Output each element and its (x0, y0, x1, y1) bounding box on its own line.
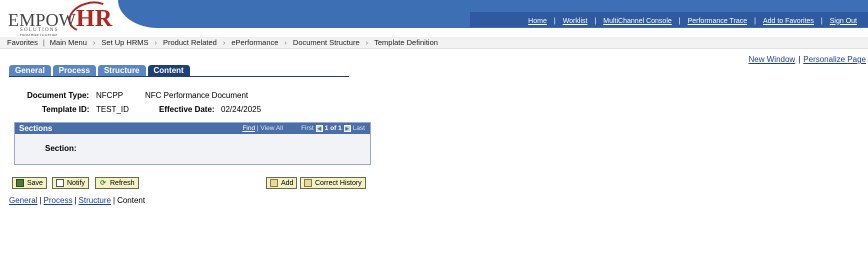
new-window-link[interactable]: New Window (749, 55, 796, 64)
tab-underline (9, 76, 349, 77)
breadcrumb-product-related[interactable]: Product Related (163, 38, 217, 47)
correct-history-icon (304, 179, 312, 187)
add-button-label: Add (281, 179, 294, 187)
header-links: Home | Worklist | MultiChannel Console |… (521, 16, 864, 26)
breadcrumb-arrow-icon: › (92, 38, 96, 47)
effective-date-value: 02/24/2025 (221, 105, 262, 114)
link-separator: | (798, 55, 801, 64)
find-link[interactable]: Find (242, 125, 255, 132)
refresh-icon: ⟳ (100, 179, 106, 187)
bottom-page-links: General | Process | Structure | Content (9, 196, 145, 205)
add-icon (270, 179, 278, 187)
first-label[interactable]: First (301, 125, 314, 132)
breadcrumb-set-up-hrms[interactable]: Set Up HRMS (101, 38, 148, 47)
tab-structure[interactable]: Structure (97, 65, 146, 76)
template-id-label-text: Template ID: (42, 105, 90, 114)
content-page-current: Content (117, 196, 146, 205)
breadcrumb-document-structure[interactable]: Document Structure (293, 38, 360, 47)
home-link[interactable]: Home (521, 18, 554, 25)
header-banner: EMPOWHR SOLUTIONS FROM HIRE TO RETIRE Ho… (0, 0, 868, 38)
effective-date-label: Effective Date: (159, 105, 215, 114)
breadcrumb-eperformance[interactable]: ePerformance (231, 38, 278, 47)
add-to-favorites-link[interactable]: Add to Favorites (756, 18, 821, 25)
add-button[interactable]: Add (266, 177, 298, 189)
breadcrumb-arrow-icon: › (365, 38, 369, 47)
page-utility-links: New Window | Personalize Page (749, 55, 866, 64)
section-field-label: Section: (45, 144, 77, 153)
favorites-menu[interactable]: Favorites (7, 38, 38, 47)
document-type-label-text: Document Type: (27, 91, 90, 100)
save-button-label: Save (27, 179, 43, 187)
last-label[interactable]: Last (353, 125, 365, 132)
document-type-label: Document Type: (27, 91, 89, 100)
refresh-button-label: Refresh (110, 179, 135, 187)
menu-breadcrumb-bar: Favorites | Main Menu › Set Up HRMS › Pr… (0, 37, 868, 49)
notify-button[interactable]: Notify (52, 177, 89, 189)
row-count: 1 of 1 (324, 125, 342, 132)
sign-out-link[interactable]: Sign Out (823, 18, 864, 25)
sections-header: Sections Find | View All First ◀ 1 of 1 … (15, 123, 370, 134)
tab-general[interactable]: General (9, 65, 51, 76)
sections-navigation: Find | View All First ◀ 1 of 1 ▶ Last (242, 123, 365, 134)
breadcrumb-arrow-icon: › (154, 38, 158, 47)
performance-trace-link[interactable]: Performance Trace (681, 18, 755, 25)
logo-main-text: EMPOW (8, 10, 76, 30)
tab-content[interactable]: Content (147, 65, 190, 76)
multichannel-console-link[interactable]: MultiChannel Console (596, 18, 678, 25)
document-type-value: NFCPP (96, 91, 124, 100)
logo-accent-text: HR (76, 6, 113, 32)
company-logo: EMPOWHR SOLUTIONS FROM HIRE TO RETIRE (6, 0, 116, 38)
view-all-link[interactable]: View All (260, 125, 283, 132)
page-tabs: General Process Structure Content (9, 65, 192, 76)
document-type-description: NFC Performance Document (145, 91, 249, 100)
refresh-button[interactable]: ⟳ Refresh (95, 177, 139, 189)
main-menu[interactable]: Main Menu (50, 38, 87, 47)
menu-divider: | (42, 38, 45, 47)
breadcrumb-arrow-icon: › (284, 38, 287, 47)
template-id-value: TEST_ID (96, 105, 129, 114)
general-page-link[interactable]: General (9, 196, 37, 205)
effective-date-label-text: Effective Date: (159, 105, 215, 114)
structure-page-link[interactable]: Structure (79, 196, 111, 205)
breadcrumb-template-definition[interactable]: Template Definition (374, 38, 438, 47)
process-page-link[interactable]: Process (44, 196, 73, 205)
save-button[interactable]: Save (12, 177, 47, 189)
tab-process[interactable]: Process (52, 65, 96, 76)
previous-arrow-icon[interactable]: ◀ (315, 125, 323, 132)
save-icon (16, 179, 24, 187)
breadcrumb-arrow-icon: › (222, 38, 226, 47)
sections-title: Sections (19, 124, 53, 133)
sections-grid: Sections Find | View All First ◀ 1 of 1 … (14, 122, 371, 165)
template-id-label: Template ID: (42, 105, 89, 114)
worklist-link[interactable]: Worklist (556, 18, 595, 25)
personalize-page-link[interactable]: Personalize Page (803, 55, 866, 64)
next-arrow-icon[interactable]: ▶ (343, 125, 351, 132)
correct-history-button[interactable]: Correct History (300, 177, 366, 189)
notify-button-label: Notify (67, 179, 85, 187)
correct-history-button-label: Correct History (315, 179, 362, 187)
notify-icon (56, 179, 64, 187)
